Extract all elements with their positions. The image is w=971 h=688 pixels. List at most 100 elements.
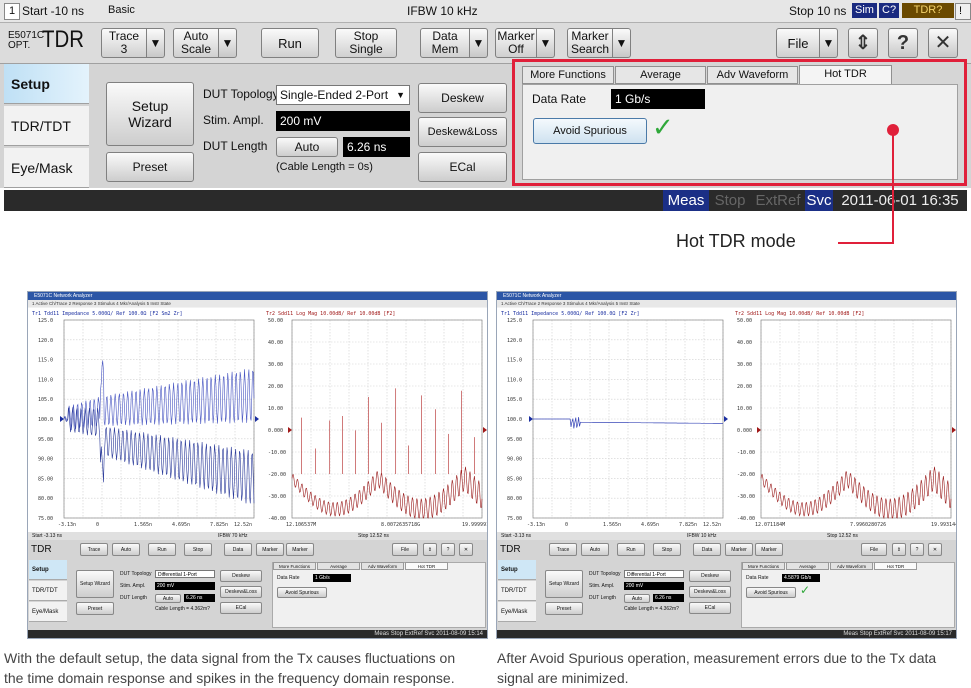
thumb-tab-eye-mask[interactable]: Eye/Mask: [498, 602, 536, 622]
thumb-toolbar-button[interactable]: Data: [224, 543, 252, 556]
thumb-setup-wizard-button[interactable]: Setup Wizard: [76, 570, 114, 598]
y-tick-label: 40.00: [737, 340, 752, 346]
thumb-file-button[interactable]: File: [861, 543, 887, 556]
trace-button[interactable]: Trace 3: [101, 28, 147, 58]
trace-plots: Tr1 Tdd11 Impedance 5.000Ω/ Ref 100.0Ω […: [32, 311, 487, 528]
thumb-tab[interactable]: Adv Waveform: [830, 562, 873, 570]
run-button[interactable]: Run: [261, 28, 319, 58]
thumb-toolbar-button[interactable]: Marker: [286, 543, 314, 556]
thumb-toolbar-button[interactable]: Stop: [184, 543, 212, 556]
menu-bar[interactable]: 1 Active Ch/Trace 2 Response 3 Stimulus …: [497, 300, 956, 307]
thumb-toolbar-button[interactable]: Trace: [80, 543, 108, 556]
auto-scale-dropdown[interactable]: ▼: [219, 28, 237, 58]
thumb-avoid-spurious-button[interactable]: Avoid Spurious: [746, 587, 796, 598]
thumb-tab[interactable]: Hot TDR: [405, 562, 448, 570]
thumb-avoid-spurious-button[interactable]: Avoid Spurious: [277, 587, 327, 598]
resize-vertical-icon[interactable]: ⇕: [423, 543, 437, 556]
preset-button[interactable]: Preset: [106, 152, 194, 182]
file-button[interactable]: File: [776, 28, 820, 58]
thumb-toolbar-button[interactable]: Auto: [581, 543, 609, 556]
dut-length-auto-button[interactable]: Auto: [276, 137, 338, 157]
thumb-deskew-button[interactable]: Deskew: [689, 570, 731, 582]
data-rate-field[interactable]: 1 Gb/s: [611, 89, 705, 109]
ecal-button[interactable]: ECal: [418, 152, 507, 182]
close-icon[interactable]: ✕: [928, 28, 958, 58]
deskew-button[interactable]: Deskew: [418, 83, 507, 113]
thumb-setup-wizard-button[interactable]: Setup Wizard: [545, 570, 583, 598]
thumb-auto-button[interactable]: Auto: [624, 594, 650, 603]
auto-scale-button[interactable]: Auto Scale: [173, 28, 219, 58]
tab-more-functions[interactable]: More Functions: [522, 66, 614, 84]
dut-length-field[interactable]: 6.26 ns: [343, 137, 410, 157]
thumb-ampl-field[interactable]: 200 mV: [155, 582, 215, 590]
resize-vertical-icon[interactable]: ⇕: [892, 543, 906, 556]
help-icon[interactable]: ?: [888, 28, 918, 58]
tab-tdr-tdt[interactable]: TDR/TDT: [4, 106, 89, 146]
menu-bar[interactable]: 1 Active Ch/Trace 2 Response 3 Stimulus …: [28, 300, 487, 307]
data-mem-dropdown[interactable]: ▼: [470, 28, 488, 58]
tab-adv-waveform[interactable]: Adv Waveform: [707, 66, 798, 84]
thumb-data-rate-field[interactable]: 1 Gb/s: [313, 574, 351, 582]
thumb-tab-setup[interactable]: Setup: [498, 560, 536, 580]
thumb-toolbar-button[interactable]: Marker: [725, 543, 753, 556]
thumb-tab-setup[interactable]: Setup: [29, 560, 67, 580]
tab-average[interactable]: Average: [615, 66, 706, 84]
close-icon[interactable]: ✕: [928, 543, 942, 556]
trace-header: Tr1 Tdd11 Impedance 5.000Ω/ Ref 100.0Ω […: [32, 311, 183, 317]
thumb-topology-select[interactable]: Differential 1-Port: [155, 570, 215, 578]
thumb-auto-button[interactable]: Auto: [155, 594, 181, 603]
thumb-tab[interactable]: Average: [786, 562, 829, 570]
stim-ampl-field[interactable]: 200 mV: [276, 111, 410, 131]
thumb-tab[interactable]: Hot TDR: [874, 562, 917, 570]
thumb-deskew-button[interactable]: Deskew: [220, 570, 262, 582]
thumb-toolbar-button[interactable]: Marker: [256, 543, 284, 556]
thumb-toolbar-button[interactable]: Data: [693, 543, 721, 556]
thumb-data-rate-field[interactable]: 4.5879 Gb/s: [782, 574, 820, 582]
marker-off-button[interactable]: Marker Off: [495, 28, 537, 58]
thumb-ecal-button[interactable]: ECal: [220, 602, 262, 614]
marker-off-dropdown[interactable]: ▼: [537, 28, 555, 58]
thumb-ampl-field[interactable]: 200 mV: [624, 582, 684, 590]
thumb-toolbar-button[interactable]: Trace: [549, 543, 577, 556]
thumb-tab[interactable]: More Functions: [742, 562, 785, 570]
thumb-deskew-loss-button[interactable]: Deskew&Loss: [689, 586, 731, 598]
file-dropdown[interactable]: ▼: [820, 28, 838, 58]
data-mem-button[interactable]: Data Mem: [420, 28, 470, 58]
thumb-toolbar-button[interactable]: Stop: [653, 543, 681, 556]
thumb-tab[interactable]: Adv Waveform: [361, 562, 404, 570]
thumb-tab[interactable]: Average: [317, 562, 360, 570]
help-icon[interactable]: ?: [910, 543, 924, 556]
tab-hot-tdr[interactable]: Hot TDR: [799, 65, 892, 84]
thumb-preset-button[interactable]: Preset: [76, 602, 114, 615]
thumb-preset-button[interactable]: Preset: [545, 602, 583, 615]
thumb-toolbar-button[interactable]: Run: [148, 543, 176, 556]
tab-setup[interactable]: Setup: [4, 64, 89, 104]
setup-wizard-button[interactable]: Setup Wizard: [106, 82, 194, 146]
thumb-topology-select[interactable]: Differential 1-Port: [624, 570, 684, 578]
thumb-length-field[interactable]: 6.26 ns: [653, 594, 684, 602]
marker-search-dropdown[interactable]: ▼: [613, 28, 631, 58]
deskew-loss-button[interactable]: Deskew&Loss: [418, 117, 507, 147]
dut-topology-select[interactable]: Single-Ended 2-Port ▼: [276, 85, 410, 105]
help-icon[interactable]: ?: [441, 543, 455, 556]
thumb-tab-eye-mask[interactable]: Eye/Mask: [29, 602, 67, 622]
thumb-tab[interactable]: More Functions: [273, 562, 316, 570]
tab-eye-mask[interactable]: Eye/Mask: [4, 148, 89, 188]
thumb-tab-tdr-tdt[interactable]: TDR/TDT: [29, 581, 67, 601]
close-icon[interactable]: ✕: [459, 543, 473, 556]
marker-search-button[interactable]: Marker Search: [567, 28, 613, 58]
thumb-toolbar-button[interactable]: Auto: [112, 543, 140, 556]
thumb-toolbar-button[interactable]: Marker: [755, 543, 783, 556]
stim-ampl-label: Stim. Ampl.: [203, 113, 264, 127]
thumb-toolbar-button[interactable]: Run: [617, 543, 645, 556]
thumb-file-button[interactable]: File: [392, 543, 418, 556]
thumb-length-field[interactable]: 6.26 ns: [184, 594, 215, 602]
stop-single-button[interactable]: Stop Single: [335, 28, 397, 58]
resize-vertical-icon[interactable]: ⇕: [848, 28, 878, 58]
thumb-ecal-button[interactable]: ECal: [689, 602, 731, 614]
trace-header: Tr2 Sdd11 Log Mag 10.00dB/ Ref 10.00dB […: [735, 311, 864, 317]
trace-dropdown[interactable]: ▼: [147, 28, 165, 58]
thumb-deskew-loss-button[interactable]: Deskew&Loss: [220, 586, 262, 598]
thumb-tab-tdr-tdt[interactable]: TDR/TDT: [498, 581, 536, 601]
avoid-spurious-button[interactable]: Avoid Spurious: [533, 118, 647, 144]
